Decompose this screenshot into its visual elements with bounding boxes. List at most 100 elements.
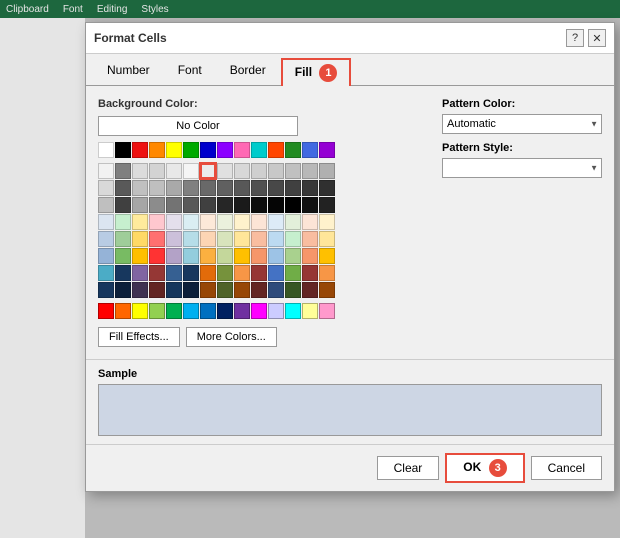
color-cell[interactable] [319,142,335,158]
color-cell[interactable] [319,248,335,264]
color-cell[interactable] [149,265,165,281]
color-cell[interactable] [166,163,182,179]
color-cell[interactable] [149,248,165,264]
no-color-button[interactable]: No Color [98,116,298,136]
color-cell[interactable] [166,197,182,213]
color-cell[interactable] [149,197,165,213]
color-cell[interactable] [98,248,114,264]
color-cell[interactable] [149,142,165,158]
clear-button[interactable]: Clear [377,456,440,480]
color-cell[interactable] [302,214,318,230]
color-cell[interactable] [183,142,199,158]
standard-color-cell[interactable] [183,303,199,319]
color-cell[interactable] [234,282,250,298]
color-cell[interactable] [217,231,233,247]
color-cell[interactable] [166,214,182,230]
color-cell[interactable] [200,180,216,196]
color-cell[interactable] [149,163,165,179]
standard-color-cell[interactable] [98,303,114,319]
color-cell[interactable] [285,163,301,179]
color-cell[interactable] [234,180,250,196]
color-cell[interactable] [132,248,148,264]
color-cell[interactable] [268,265,284,281]
color-cell[interactable] [234,197,250,213]
color-cell[interactable] [217,180,233,196]
color-cell[interactable] [200,282,216,298]
close-button[interactable]: ✕ [588,29,606,47]
color-cell[interactable] [302,142,318,158]
color-cell[interactable] [132,142,148,158]
color-cell[interactable] [115,163,131,179]
color-cell[interactable] [166,231,182,247]
more-colors-button[interactable]: More Colors... [186,327,277,347]
color-cell[interactable] [285,265,301,281]
color-cell[interactable] [149,214,165,230]
color-cell[interactable] [268,180,284,196]
standard-color-cell[interactable] [285,303,301,319]
color-cell[interactable] [132,282,148,298]
standard-color-cell[interactable] [302,303,318,319]
color-cell[interactable] [302,180,318,196]
pattern-color-select[interactable]: Automatic [442,114,602,134]
tab-number[interactable]: Number [94,58,163,85]
color-cell[interactable] [319,180,335,196]
standard-color-cell[interactable] [166,303,182,319]
color-cell[interactable] [268,163,284,179]
color-cell[interactable] [200,142,216,158]
color-cell[interactable] [302,231,318,247]
cancel-button[interactable]: Cancel [531,456,602,480]
color-cell[interactable] [319,265,335,281]
color-cell[interactable] [183,282,199,298]
color-cell[interactable] [285,248,301,264]
color-cell[interactable] [217,282,233,298]
color-cell[interactable] [132,180,148,196]
color-cell[interactable] [268,231,284,247]
color-cell[interactable] [302,282,318,298]
color-cell[interactable] [115,142,131,158]
color-cell[interactable] [200,265,216,281]
color-cell[interactable] [217,265,233,281]
color-cell[interactable] [132,163,148,179]
color-cell[interactable] [251,180,267,196]
color-cell[interactable] [251,248,267,264]
color-cell[interactable] [234,142,250,158]
color-cell[interactable] [302,197,318,213]
color-cell[interactable] [98,163,114,179]
color-cell[interactable] [217,248,233,264]
color-cell[interactable] [115,282,131,298]
color-cell[interactable] [115,231,131,247]
standard-color-cell[interactable] [217,303,233,319]
color-cell[interactable] [98,180,114,196]
standard-color-cell[interactable] [200,303,216,319]
standard-color-cell[interactable] [132,303,148,319]
color-cell[interactable] [115,248,131,264]
color-cell[interactable] [115,197,131,213]
color-cell[interactable] [132,231,148,247]
color-cell[interactable] [251,265,267,281]
color-cell[interactable] [183,180,199,196]
color-cell[interactable] [115,214,131,230]
color-cell[interactable] [166,180,182,196]
color-cell[interactable] [132,265,148,281]
color-cell[interactable] [132,214,148,230]
color-cell[interactable] [183,248,199,264]
color-cell[interactable] [234,265,250,281]
color-cell[interactable] [302,163,318,179]
color-cell[interactable] [200,231,216,247]
color-cell[interactable] [98,265,114,281]
standard-color-cell[interactable] [251,303,267,319]
color-cell[interactable] [251,197,267,213]
color-cell[interactable] [268,197,284,213]
color-cell[interactable] [285,142,301,158]
color-cell[interactable] [149,231,165,247]
color-cell[interactable] [166,282,182,298]
color-cell[interactable] [234,248,250,264]
color-cell[interactable] [234,214,250,230]
color-cell[interactable] [217,142,233,158]
standard-color-cell[interactable] [268,303,284,319]
color-cell[interactable] [200,214,216,230]
color-cell[interactable] [132,197,148,213]
tab-font[interactable]: Font [165,58,215,85]
color-cell[interactable] [166,142,182,158]
color-cell[interactable] [319,163,335,179]
